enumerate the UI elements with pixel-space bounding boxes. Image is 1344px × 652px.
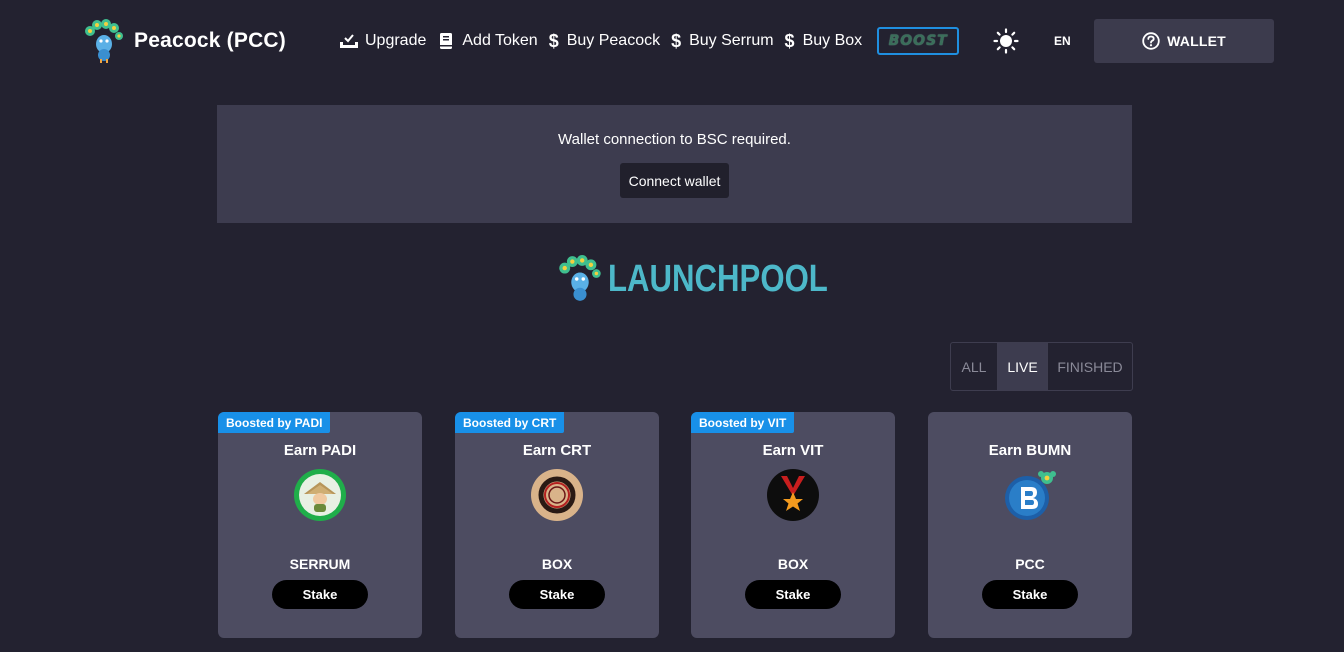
stake-token: BOX: [777, 556, 809, 572]
wallet-button-label: WALLET: [1167, 33, 1226, 49]
nav-buy-serrum[interactable]: $ Buy Serrum: [670, 30, 774, 51]
wallet-button[interactable]: WALLET: [1094, 19, 1274, 63]
language-selector[interactable]: EN: [1054, 34, 1071, 48]
nav-add-token-label: Add Token: [462, 32, 538, 49]
nav-buy-serrum-label: Buy Serrum: [689, 32, 774, 49]
download-tray-icon: [339, 32, 359, 50]
boost-label: BOOST: [888, 33, 948, 49]
padi-token-icon: [294, 469, 346, 521]
stake-token: PCC: [1015, 556, 1045, 572]
tab-live[interactable]: LIVE: [998, 343, 1048, 390]
stake-token: SERRUM: [289, 556, 351, 572]
stake-button[interactable]: Stake: [509, 580, 605, 609]
boost-badge: Boosted by PADI: [218, 412, 331, 433]
boost-badge: Boosted by VIT: [691, 412, 795, 433]
vit-token-icon: [767, 469, 819, 521]
crt-token-icon: [531, 469, 583, 521]
tab-all[interactable]: ALL: [951, 343, 998, 390]
dollar-icon: $: [784, 30, 795, 51]
pool-card-vit: Boosted by VIT Earn VIT BOX Stake: [691, 412, 895, 638]
top-header: Peacock (PCC) Upgrade Add Token $ Buy Pe…: [0, 0, 1344, 82]
pool-card-bumn: Earn BUMN PCC Stake: [928, 412, 1132, 638]
boost-button[interactable]: BOOST: [877, 27, 960, 55]
launchpool-heading: LAUNCHPOOL: [556, 254, 876, 304]
nav-buy-box-label: Buy Box: [802, 32, 863, 49]
dollar-icon: $: [671, 30, 682, 51]
pool-card-padi: Boosted by PADI Earn PADI SERRUM Stake: [218, 412, 422, 638]
book-icon: [436, 32, 456, 50]
stake-token: BOX: [541, 556, 573, 572]
tab-finished[interactable]: FINISHED: [1048, 343, 1132, 390]
boost-badge: Boosted by CRT: [455, 412, 565, 433]
brand-home-link[interactable]: Peacock (PCC): [82, 18, 286, 64]
peacock-logo-icon: [559, 255, 601, 301]
nav-upgrade[interactable]: Upgrade: [339, 32, 426, 50]
launchpool-title: LAUNCHPOOL: [608, 257, 828, 300]
nav-buy-peacock-label: Buy Peacock: [566, 32, 661, 49]
pool-title: Earn VIT: [762, 442, 824, 459]
nav-add-token[interactable]: Add Token: [436, 32, 538, 50]
question-circle-icon: [1142, 32, 1160, 50]
pool-title: Earn PADI: [283, 442, 357, 459]
pool-card-crt: Boosted by CRT Earn CRT BOX Stake: [455, 412, 659, 638]
brand-name: Peacock (PCC): [134, 29, 286, 52]
alert-message: Wallet connection to BSC required.: [558, 131, 791, 148]
main-nav: Upgrade Add Token $ Buy Peacock $ Buy Se…: [339, 27, 960, 55]
dollar-icon: $: [548, 30, 559, 51]
pool-title: Earn BUMN: [988, 442, 1072, 459]
pool-title: Earn CRT: [522, 442, 592, 459]
stake-button[interactable]: Stake: [982, 580, 1078, 609]
stake-button[interactable]: Stake: [745, 580, 841, 609]
pool-filter-tabs: ALL LIVE FINISHED: [950, 342, 1133, 391]
nav-buy-box[interactable]: $ Buy Box: [784, 30, 863, 51]
wallet-required-alert: Wallet connection to BSC required. Conne…: [217, 105, 1132, 223]
nav-buy-peacock[interactable]: $ Buy Peacock: [548, 30, 661, 51]
peacock-logo-icon: [85, 19, 123, 63]
bumn-token-icon: [1005, 471, 1056, 520]
nav-upgrade-label: Upgrade: [365, 32, 427, 49]
sun-icon[interactable]: [993, 28, 1019, 54]
stake-button[interactable]: Stake: [272, 580, 368, 609]
connect-wallet-button[interactable]: Connect wallet: [619, 163, 730, 198]
